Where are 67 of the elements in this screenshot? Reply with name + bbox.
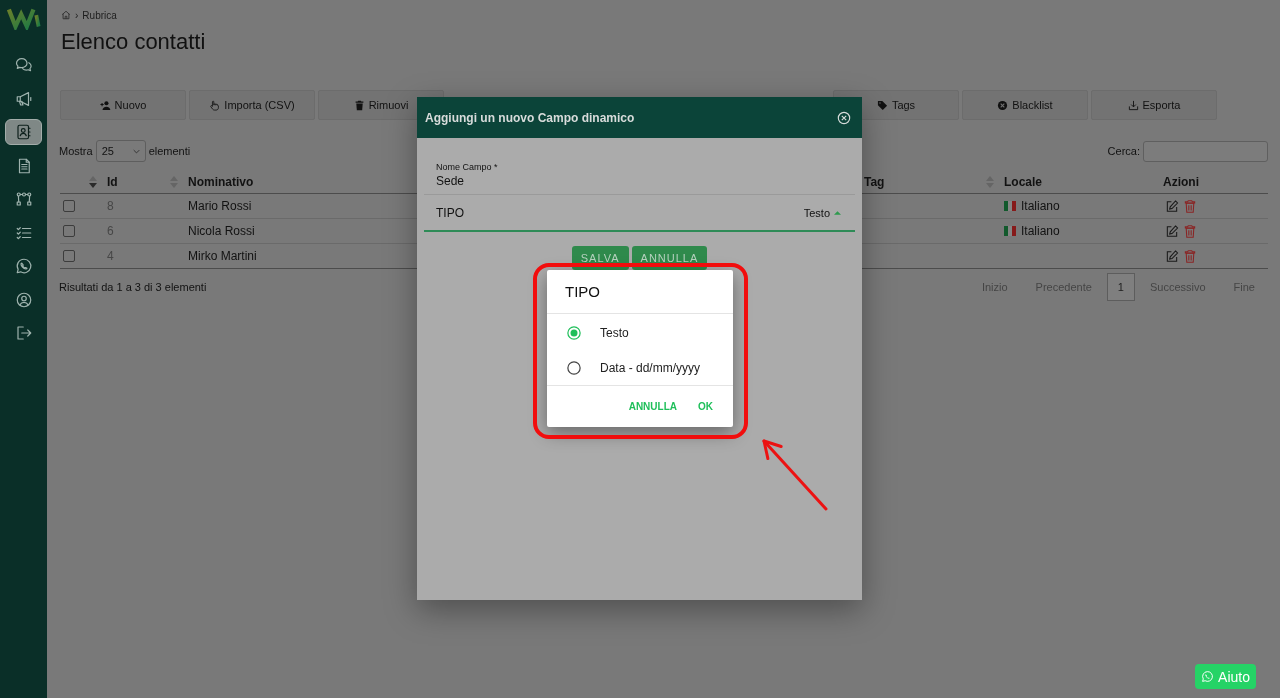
flag-icon bbox=[1004, 201, 1016, 211]
trash-icon[interactable] bbox=[1183, 198, 1197, 214]
table-cell: Mirko Martini bbox=[188, 249, 257, 263]
toolbar-button[interactable]: Blacklist bbox=[962, 90, 1088, 120]
sort-icon[interactable] bbox=[89, 176, 97, 188]
toolbar-button[interactable]: Nuovo bbox=[60, 90, 186, 120]
length-label: elementi bbox=[148, 145, 191, 157]
whatsapp-icon bbox=[14, 257, 33, 275]
download-icon bbox=[1127, 99, 1139, 111]
page-title: Elenco contatti bbox=[61, 31, 207, 53]
page-size-select[interactable]: 25 bbox=[95, 140, 146, 162]
option-label[interactable]: Data - dd/mm/yyyy bbox=[600, 360, 701, 375]
megaphone-icon bbox=[14, 89, 33, 108]
table-cell: Italiano bbox=[1021, 199, 1060, 213]
edit-icon[interactable] bbox=[1165, 198, 1179, 214]
trash-icon[interactable] bbox=[1183, 223, 1197, 239]
close-icon[interactable] bbox=[837, 110, 851, 125]
chat-icon bbox=[14, 56, 33, 74]
type-select[interactable]: TIPO Testo bbox=[424, 195, 855, 232]
column-header[interactable]: Locale bbox=[1004, 175, 1042, 189]
column-header[interactable]: Nominativo bbox=[188, 175, 254, 189]
sidebar-item[interactable] bbox=[5, 119, 42, 145]
pagination-link[interactable]: 1 bbox=[1106, 273, 1135, 301]
search-field[interactable] bbox=[1143, 140, 1268, 162]
home-icon[interactable] bbox=[61, 10, 71, 20]
column-header[interactable]: Azioni bbox=[1163, 175, 1199, 189]
user-circle-icon bbox=[14, 290, 33, 309]
row-checkbox[interactable] bbox=[63, 250, 75, 262]
dialog-title: TIPO bbox=[547, 270, 733, 314]
breadcrumb-separator: › bbox=[75, 9, 79, 21]
nodes-icon bbox=[14, 190, 33, 208]
flag-icon bbox=[1004, 226, 1016, 236]
logo-icon[interactable] bbox=[6, 6, 41, 30]
toolbar-button[interactable]: Importa (CSV) bbox=[189, 90, 315, 120]
search-label: Cerca: bbox=[1107, 145, 1140, 157]
user-plus-icon bbox=[99, 99, 111, 111]
field-label: Nome Campo * bbox=[436, 161, 498, 173]
logout-icon bbox=[14, 324, 33, 342]
toolbar-button[interactable]: Esporta bbox=[1091, 90, 1217, 120]
trash-icon bbox=[353, 99, 365, 111]
table-cell: Mario Rossi bbox=[188, 199, 252, 213]
x-circle-icon bbox=[997, 99, 1009, 111]
table-cell: Italiano bbox=[1021, 224, 1060, 238]
chevron-icon bbox=[132, 148, 140, 154]
row-checkbox[interactable] bbox=[63, 225, 75, 237]
edit-icon[interactable] bbox=[1165, 248, 1179, 264]
column-header[interactable]: Tag bbox=[864, 175, 885, 189]
whatsapp-icon bbox=[1201, 670, 1215, 683]
contact-book-icon bbox=[14, 123, 33, 141]
text-button[interactable]: OK bbox=[690, 397, 721, 416]
annotation-arrow bbox=[762, 439, 828, 511]
radio-button[interactable] bbox=[567, 325, 581, 340]
option-label[interactable]: Testo bbox=[600, 325, 629, 340]
table-cell: Nicola Rossi bbox=[188, 224, 255, 238]
row-checkbox[interactable] bbox=[63, 200, 75, 212]
text-button[interactable]: ANNULLA bbox=[620, 397, 685, 416]
length-label: Mostra bbox=[59, 145, 93, 157]
radio-button[interactable] bbox=[567, 360, 581, 375]
field-label: TIPO bbox=[436, 205, 464, 220]
hand-pointer-icon bbox=[209, 99, 221, 111]
column-header[interactable]: Id bbox=[107, 175, 118, 189]
trash-icon[interactable] bbox=[1183, 248, 1197, 264]
text-field[interactable]: Nome Campo * Sede bbox=[424, 138, 855, 195]
tag-icon bbox=[876, 99, 888, 111]
breadcrumb-item: Rubrica bbox=[82, 9, 117, 21]
edit-icon[interactable] bbox=[1165, 223, 1179, 239]
table-info: Risultati da 1 a 3 di 3 elementi bbox=[59, 281, 207, 293]
